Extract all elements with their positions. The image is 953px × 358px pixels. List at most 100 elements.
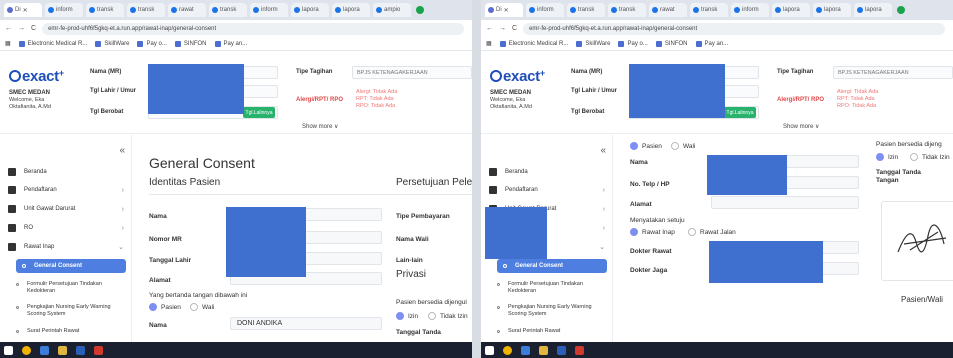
bookmark-item[interactable]: Pay an... bbox=[214, 40, 247, 47]
sidebar-item-spr[interactable]: Surat Perintah Rawat bbox=[497, 328, 607, 335]
sidebar-item-ugd[interactable]: Unit Gawat Darurat› bbox=[8, 202, 124, 216]
back-icon[interactable]: ← bbox=[5, 25, 12, 32]
browser-tab[interactable]: transk bbox=[209, 3, 247, 17]
windows-start-icon[interactable] bbox=[4, 345, 13, 355]
forward-icon[interactable]: → bbox=[18, 25, 25, 32]
bullet-icon bbox=[497, 330, 500, 333]
word-icon[interactable] bbox=[557, 345, 566, 355]
radio-wali[interactable]: Wali bbox=[190, 303, 214, 311]
back-icon[interactable]: ← bbox=[486, 25, 493, 32]
browser-tab[interactable]: Di ✕ bbox=[485, 3, 523, 17]
sidebar-item-pendaftaran[interactable]: Pendaftaran › bbox=[489, 183, 605, 197]
bookmark-icon bbox=[95, 40, 102, 47]
favicon-icon bbox=[857, 7, 863, 13]
browser-tab[interactable]: inform bbox=[45, 3, 83, 17]
sidebar-item-general-consent[interactable]: General Consent bbox=[497, 259, 607, 273]
browser-tab[interactable]: ampio bbox=[373, 3, 411, 17]
radio-rawat-jalan[interactable]: Rawat Jalan bbox=[688, 228, 736, 236]
alamat-input[interactable] bbox=[711, 196, 859, 209]
redaction-block bbox=[629, 64, 725, 118]
tgl-lainnya-button[interactable]: Tgl.Lalinnya bbox=[724, 107, 756, 118]
browser-tab[interactable]: inform bbox=[250, 3, 288, 17]
sidebar-item-pendaftaran[interactable]: Pendaftaran › bbox=[8, 183, 124, 197]
bed-icon bbox=[8, 243, 16, 251]
sidebar-item-spr[interactable]: Surat Perintah Rawat bbox=[16, 328, 126, 335]
reload-icon[interactable]: C bbox=[512, 25, 517, 32]
apps-grid-icon[interactable]: ▦ bbox=[486, 40, 492, 47]
nama-mr-label: Nama (MR) bbox=[571, 69, 603, 75]
outlook-icon[interactable] bbox=[40, 345, 49, 355]
url-input[interactable]: emr-fe-prod-uhf6f5gkq-et.a.run.app/rawat… bbox=[42, 22, 464, 35]
bookmark-item[interactable]: SkillWare bbox=[576, 40, 610, 47]
radio-wali[interactable]: Wali bbox=[671, 142, 695, 150]
windows-start-icon[interactable] bbox=[485, 345, 494, 355]
browser-tab[interactable]: lapora bbox=[772, 3, 810, 17]
show-more-link[interactable]: Show more ∨ bbox=[783, 123, 819, 130]
favicon-icon bbox=[529, 7, 535, 13]
bookmark-item[interactable]: Electronic Medical R... bbox=[499, 40, 568, 47]
radio-izin[interactable]: Izin bbox=[396, 312, 418, 320]
browser-tab[interactable]: transk bbox=[690, 3, 728, 17]
outlook-icon[interactable] bbox=[521, 345, 530, 355]
browser-tab[interactable]: Di ✕ bbox=[4, 3, 42, 17]
radio-pasien[interactable]: Pasien bbox=[149, 303, 181, 311]
browser-tab[interactable]: transk bbox=[567, 3, 605, 17]
bookmark-icon bbox=[137, 40, 144, 47]
radio-tidak-izin[interactable]: Tidak Izin bbox=[910, 153, 950, 161]
apps-grid-icon[interactable]: ▦ bbox=[5, 40, 11, 47]
bookmark-item[interactable]: SINFON bbox=[174, 40, 207, 47]
extension-icon[interactable] bbox=[416, 6, 424, 14]
favicon-icon bbox=[130, 7, 136, 13]
sidebar-item-beranda[interactable]: Beranda bbox=[489, 165, 605, 179]
radio-izin[interactable]: Izin bbox=[876, 153, 898, 161]
radio-rawat-inap[interactable]: Rawat Inap bbox=[630, 228, 675, 236]
bookmark-item[interactable]: Pay o... bbox=[137, 40, 167, 47]
word-icon[interactable] bbox=[76, 345, 85, 355]
bookmark-item[interactable]: SkillWare bbox=[95, 40, 129, 47]
bullet-icon bbox=[497, 306, 500, 309]
sidebar-item-ro[interactable]: RO› bbox=[8, 221, 124, 235]
sidebar-item-news[interactable]: Pengkajian Nursing Early Warning Scoring… bbox=[497, 304, 607, 317]
browser-tab[interactable]: inform bbox=[526, 3, 564, 17]
collapse-sidebar-icon[interactable]: « bbox=[600, 145, 606, 156]
browser-tab[interactable]: rawat bbox=[168, 3, 206, 17]
bookmark-item[interactable]: SINFON bbox=[655, 40, 688, 47]
sidebar-item-formulir[interactable]: Formulir Persetujuan Tindakan Kedokteran bbox=[16, 281, 126, 294]
radio-pasien[interactable]: Pasien bbox=[630, 142, 662, 150]
show-more-link[interactable]: Show more ∨ bbox=[302, 123, 338, 130]
sidebar-item-news[interactable]: Pengkajian Nursing Early Warning Scoring… bbox=[16, 304, 126, 317]
sidebar-item-formulir[interactable]: Formulir Persetujuan Tindakan Kedokteran bbox=[497, 281, 607, 294]
radio-tidak-izin[interactable]: Tidak Izin bbox=[428, 312, 468, 320]
tgl-lainnya-button[interactable]: Tgl.Lalinnya bbox=[243, 107, 275, 118]
pdf-icon[interactable] bbox=[94, 345, 103, 355]
bullet-icon bbox=[16, 283, 19, 286]
url-input[interactable]: emr-fe-prod-uhf6f5gkq-et.a.run.app/rawat… bbox=[523, 22, 945, 35]
browser-tab[interactable]: rawat bbox=[649, 3, 687, 17]
forward-icon[interactable]: → bbox=[499, 25, 506, 32]
extension-icon[interactable] bbox=[897, 6, 905, 14]
browser-tab[interactable]: lapora bbox=[291, 3, 329, 17]
collapse-sidebar-icon[interactable]: « bbox=[119, 145, 125, 156]
browser-tab[interactable]: lapora bbox=[813, 3, 851, 17]
chrome-icon[interactable] bbox=[22, 345, 31, 355]
signature-pad[interactable] bbox=[881, 201, 953, 281]
browser-tab[interactable]: inform bbox=[731, 3, 769, 17]
sidebar-item-beranda[interactable]: Beranda bbox=[8, 165, 124, 179]
folder-icon[interactable] bbox=[539, 345, 548, 355]
browser-tab[interactable]: transk bbox=[86, 3, 124, 17]
reload-icon[interactable]: C bbox=[31, 25, 36, 32]
sidebar-item-general-consent[interactable]: General Consent bbox=[16, 259, 126, 273]
clipboard-icon bbox=[8, 186, 16, 194]
nama2-input[interactable]: DONI ANDIKA bbox=[230, 317, 382, 330]
browser-tab[interactable]: transk bbox=[608, 3, 646, 17]
pdf-icon[interactable] bbox=[575, 345, 584, 355]
chrome-icon[interactable] bbox=[503, 345, 512, 355]
folder-icon[interactable] bbox=[58, 345, 67, 355]
bookmark-item[interactable]: Pay an... bbox=[695, 40, 728, 47]
bookmark-item[interactable]: Electronic Medical R... bbox=[18, 40, 87, 47]
browser-tab[interactable]: lapora bbox=[854, 3, 892, 17]
bookmark-item[interactable]: Pay o... bbox=[618, 40, 648, 47]
browser-tab[interactable]: transk bbox=[127, 3, 165, 17]
browser-tab[interactable]: lapora bbox=[332, 3, 370, 17]
sidebar-item-rawat-inap[interactable]: Rawat Inap⌄ bbox=[8, 240, 124, 254]
